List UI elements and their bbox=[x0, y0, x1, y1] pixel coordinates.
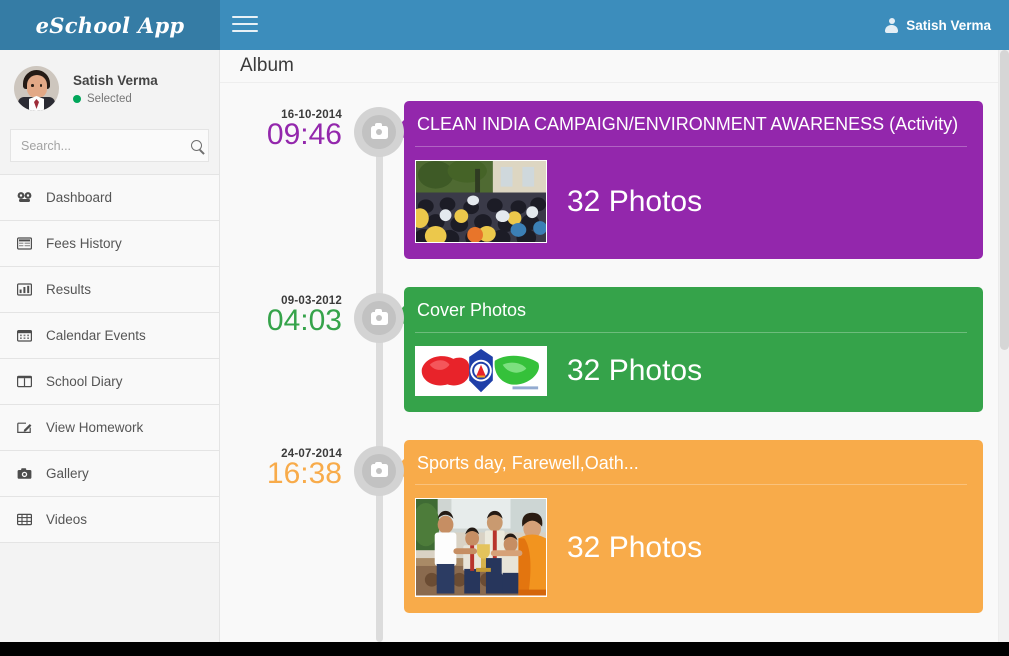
timeline-time: 09:46 bbox=[220, 120, 342, 151]
album-card[interactable]: CLEAN INDIA CAMPAIGN/ENVIRONMENT AWARENE… bbox=[404, 101, 983, 259]
camera-icon bbox=[371, 126, 388, 139]
sidebar-item-calendar-events[interactable]: Calendar Events bbox=[0, 313, 219, 359]
timeline-date-block: 24-07-2014 16:38 bbox=[220, 440, 360, 490]
sidebar-nav: Dashboard Fees History Results Calendar … bbox=[0, 174, 219, 544]
album-title: Cover Photos bbox=[415, 299, 967, 333]
timeline-item: 24-07-2014 16:38 Sports day, Farewell,Oa… bbox=[220, 440, 983, 613]
photo-count: 32 Photos bbox=[567, 531, 702, 565]
timeline-time: 16:38 bbox=[220, 459, 342, 490]
search-icon bbox=[191, 140, 202, 151]
profile-status: Selected bbox=[73, 93, 158, 105]
search-button[interactable] bbox=[191, 130, 202, 161]
user-menu-label: Satish Verma bbox=[906, 18, 991, 33]
timeline-marker bbox=[354, 107, 404, 157]
timeline-item: 09-03-2012 04:03 Cover Photos bbox=[220, 287, 983, 411]
album-thumbnail[interactable] bbox=[415, 160, 547, 244]
table-icon bbox=[15, 237, 33, 250]
timeline-item: 16-10-2014 09:46 CLEAN INDIA CAMPAIGN/EN… bbox=[220, 101, 983, 259]
album-timeline: 16-10-2014 09:46 CLEAN INDIA CAMPAIGN/EN… bbox=[220, 83, 1009, 642]
sidebar-item-label: Gallery bbox=[46, 466, 89, 481]
sidebar-item-label: Calendar Events bbox=[46, 328, 146, 343]
album-thumbnail[interactable] bbox=[415, 498, 547, 597]
timeline-time: 04:03 bbox=[220, 306, 342, 337]
top-navigation-bar: eSchool App Satish Verma bbox=[0, 0, 1009, 50]
sidebar-item-fees-history[interactable]: Fees History bbox=[0, 221, 219, 267]
album-title: Sports day, Farewell,Oath... bbox=[415, 452, 967, 486]
user-icon bbox=[885, 18, 898, 33]
avatar bbox=[14, 66, 59, 111]
bar-chart-icon bbox=[15, 283, 33, 296]
sidebar-profile[interactable]: Satish Verma Selected bbox=[0, 50, 219, 125]
camera-icon bbox=[371, 312, 388, 325]
search-box bbox=[10, 129, 209, 162]
timeline-date-block: 16-10-2014 09:46 bbox=[220, 101, 360, 151]
sidebar-item-label: Videos bbox=[46, 512, 87, 527]
timeline-marker bbox=[354, 293, 404, 343]
album-card[interactable]: Sports day, Farewell,Oath... bbox=[404, 440, 983, 613]
profile-status-label: Selected bbox=[87, 93, 132, 105]
sidebar-item-label: Fees History bbox=[46, 236, 122, 251]
album-thumbnail[interactable] bbox=[415, 346, 547, 395]
app-logo-text: eSchool App bbox=[36, 13, 185, 38]
hamburger-bar bbox=[232, 23, 258, 25]
book-icon bbox=[15, 375, 33, 388]
app-logo[interactable]: eSchool App bbox=[0, 0, 220, 50]
album-title: CLEAN INDIA CAMPAIGN/ENVIRONMENT AWARENE… bbox=[415, 113, 967, 147]
page-title: Album bbox=[240, 55, 294, 77]
dashboard-icon bbox=[15, 191, 33, 204]
camera-icon bbox=[371, 464, 388, 477]
window-bottom-edge bbox=[0, 642, 1009, 656]
search-input[interactable] bbox=[11, 130, 208, 161]
page-header: Album bbox=[220, 50, 1009, 83]
sidebar-item-gallery[interactable]: Gallery bbox=[0, 451, 219, 497]
calendar-icon bbox=[15, 329, 33, 342]
scrollbar-track[interactable] bbox=[998, 50, 1009, 642]
hamburger-bar bbox=[232, 30, 258, 32]
hamburger-icon[interactable] bbox=[232, 13, 258, 37]
album-card[interactable]: Cover Photos bbox=[404, 287, 983, 411]
sidebar-item-label: School Diary bbox=[46, 374, 123, 389]
edit-icon bbox=[15, 421, 33, 434]
sidebar-item-label: Results bbox=[46, 282, 91, 297]
main-content: Album 16-10-2014 09:46 CLEAN INDIA CAMPA… bbox=[220, 50, 1009, 642]
application-window: eSchool App Satish Verma Satish Verma S bbox=[0, 0, 1009, 642]
hamburger-bar bbox=[232, 16, 258, 18]
camera-icon bbox=[15, 467, 33, 480]
user-menu[interactable]: Satish Verma bbox=[885, 0, 991, 50]
film-icon bbox=[15, 513, 33, 526]
sidebar-item-results[interactable]: Results bbox=[0, 267, 219, 313]
photo-count: 32 Photos bbox=[567, 185, 702, 219]
sidebar-item-label: Dashboard bbox=[46, 190, 112, 205]
sidebar-item-label: View Homework bbox=[46, 420, 143, 435]
sidebar-item-school-diary[interactable]: School Diary bbox=[0, 359, 219, 405]
photo-count: 32 Photos bbox=[567, 354, 702, 388]
sidebar-item-dashboard[interactable]: Dashboard bbox=[0, 175, 219, 221]
timeline-marker bbox=[354, 446, 404, 496]
profile-name: Satish Verma bbox=[73, 73, 158, 88]
scrollbar-thumb[interactable] bbox=[1000, 50, 1009, 350]
status-dot-icon bbox=[73, 95, 81, 103]
sidebar: Satish Verma Selected Dashboard bbox=[0, 50, 220, 642]
sidebar-item-videos[interactable]: Videos bbox=[0, 497, 219, 543]
sidebar-item-view-homework[interactable]: View Homework bbox=[0, 405, 219, 451]
timeline-date-block: 09-03-2012 04:03 bbox=[220, 287, 360, 337]
